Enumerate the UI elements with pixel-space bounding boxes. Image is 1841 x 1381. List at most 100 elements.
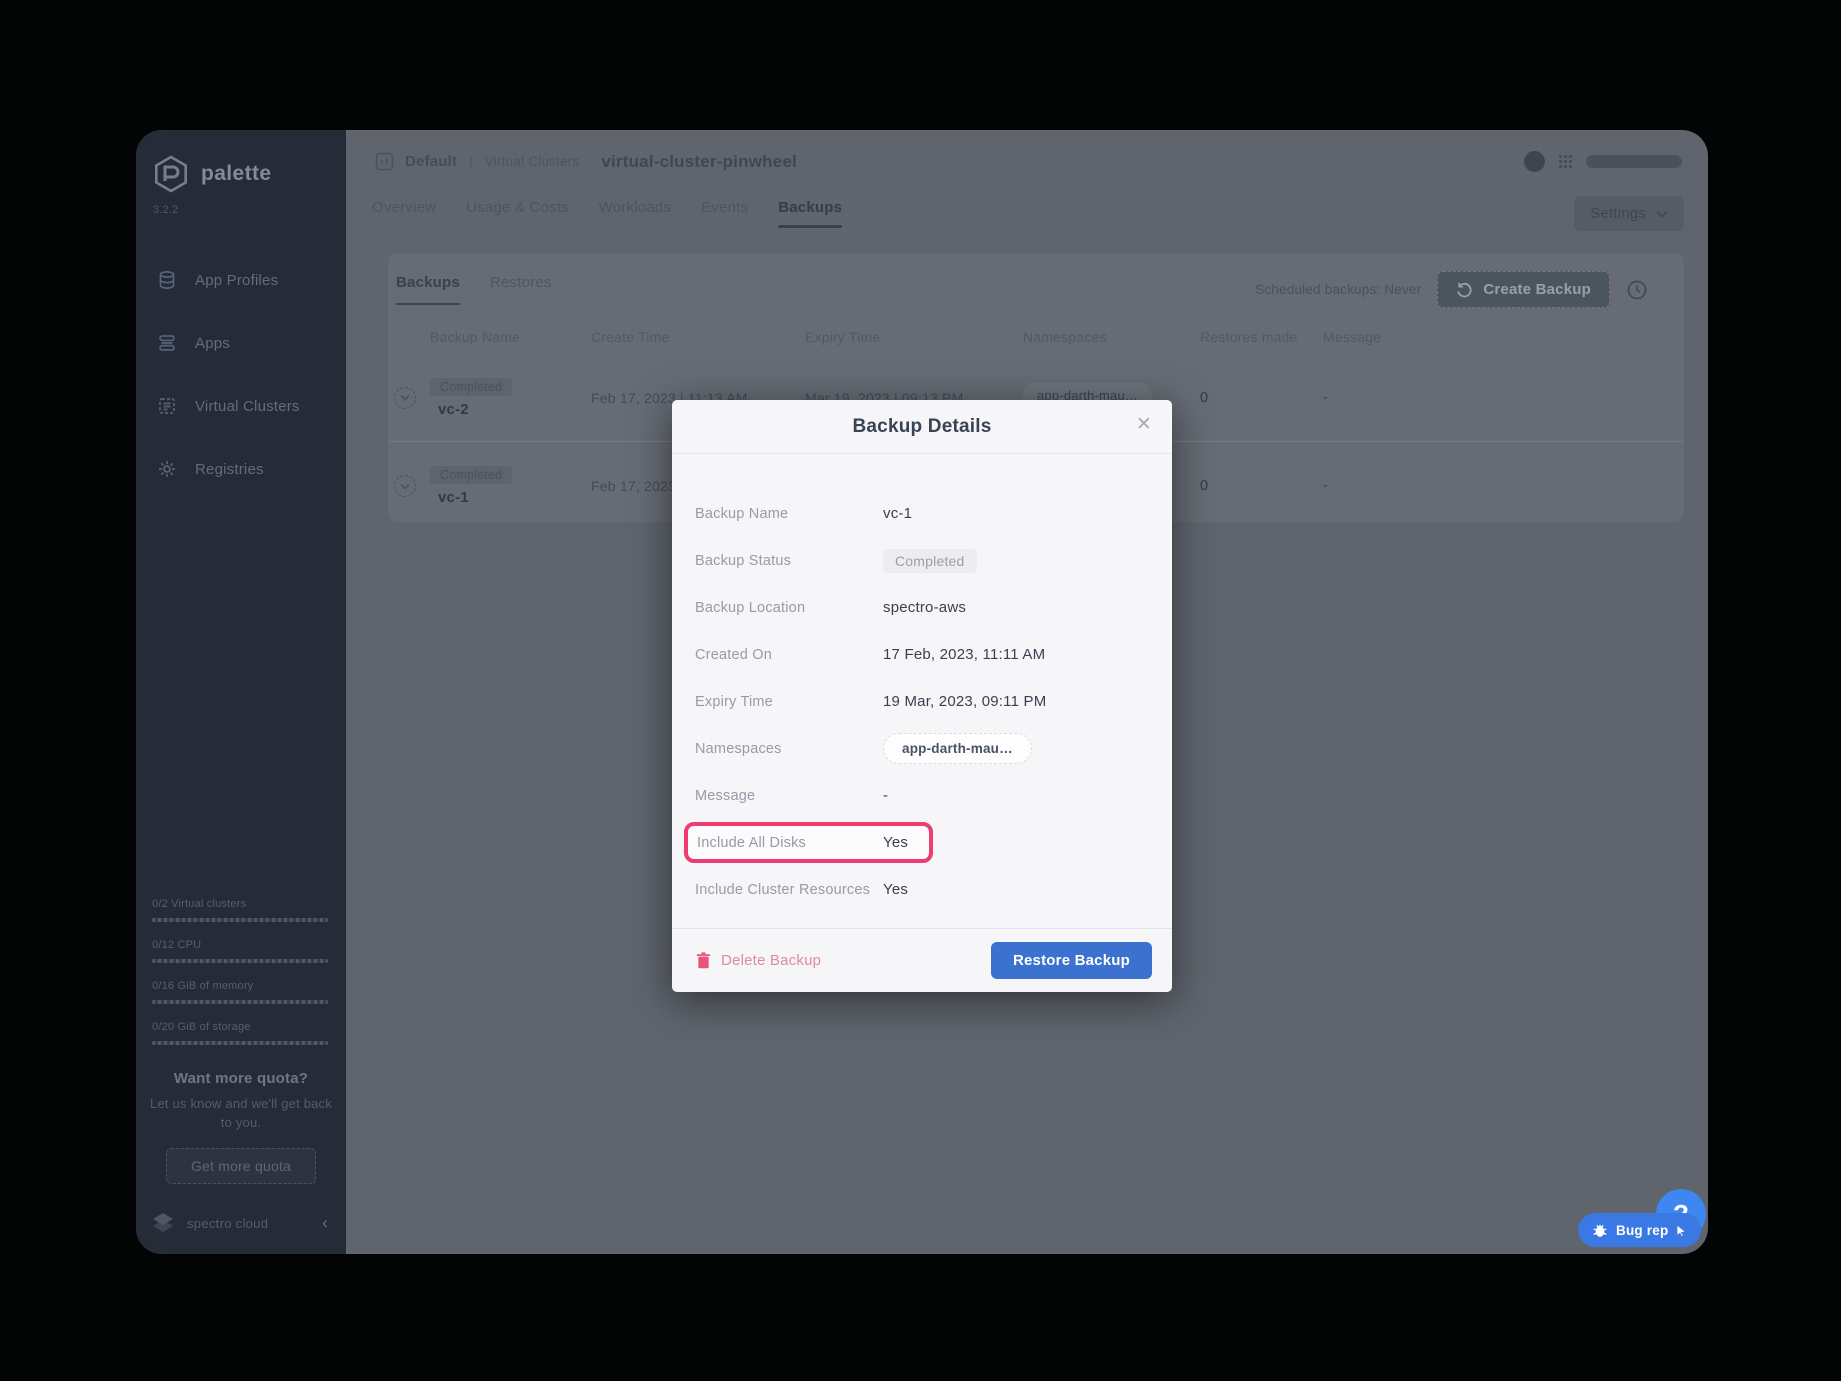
virtual-clusters-icon — [157, 396, 177, 416]
panel-tab-restores[interactable]: Restores — [490, 274, 552, 305]
sidebar-item-apps[interactable]: Apps — [136, 321, 346, 365]
col-message: Message — [1323, 329, 1684, 345]
breadcrumb-project[interactable]: Default — [405, 153, 457, 170]
sidebar-item-registries[interactable]: Registries — [136, 447, 346, 491]
apps-icon — [157, 333, 177, 353]
quota-cpu: 0/12 CPU — [152, 939, 328, 963]
sidebar-collapse-chevron-icon[interactable]: ‹ — [322, 1213, 328, 1233]
breadcrumb-separator: | — [467, 154, 475, 169]
row-expander-icon[interactable] — [394, 475, 416, 497]
tab-overview[interactable]: Overview — [372, 199, 436, 228]
trash-icon — [696, 952, 711, 969]
tab-events[interactable]: Events — [701, 199, 748, 228]
field-created-on: Created On 17 Feb, 2023, 11:11 AM — [672, 631, 1172, 678]
field-message: Message - — [672, 772, 1172, 819]
field-backup-name: Backup Name vc-1 — [672, 490, 1172, 537]
modal-header: Backup Details ✕ — [672, 400, 1172, 454]
delete-backup-label: Delete Backup — [721, 952, 821, 969]
status-badge: Completed — [883, 549, 977, 573]
namespace-chip: app-darth-mau… — [883, 733, 1032, 764]
clock-icon[interactable] — [1626, 279, 1648, 301]
field-backup-status: Backup Status Completed — [672, 537, 1172, 584]
avatar[interactable] — [1524, 151, 1545, 172]
bug-report-button[interactable]: Bug rep — [1578, 1213, 1701, 1247]
modal-body: Backup Name vc-1 Backup Status Completed… — [672, 454, 1172, 913]
project-icon — [374, 151, 395, 172]
sidebar-nav: App Profiles Apps — [136, 258, 346, 510]
sidebar-item-app-profiles[interactable]: App Profiles — [136, 258, 346, 302]
backup-name: vc-1 — [430, 489, 469, 506]
tab-usage-costs[interactable]: Usage & Costs — [466, 199, 569, 228]
bug-icon — [1592, 1222, 1608, 1238]
quota-label: 0/12 CPU — [152, 939, 328, 951]
screen: palette 3.2.2 App Profiles — [0, 0, 1841, 1381]
quota-cta-title: Want more quota? — [150, 1070, 332, 1087]
palette-logo-icon — [151, 154, 191, 194]
sidebar-item-label: Registries — [195, 461, 264, 478]
get-more-quota-button[interactable]: Get more quota — [166, 1148, 316, 1184]
row-expander-icon[interactable] — [394, 387, 416, 409]
quota-section: 0/2 Virtual clusters 0/12 CPU 0/16 GiB o… — [136, 898, 346, 1062]
quota-progressbar — [152, 959, 328, 963]
panel-head-right: Scheduled backups: Never Create Backup — [1255, 271, 1648, 308]
sidebar-footer: spectro cloud ‹ — [136, 1184, 346, 1254]
col-backup-name: Backup Name — [430, 329, 591, 345]
backups-panel-head: Backups Restores Scheduled backups: Neve… — [388, 253, 1684, 308]
status-badge: Completed — [430, 378, 512, 396]
sidebar-item-label: Virtual Clusters — [195, 398, 300, 415]
col-expiry-time: Expiry Time — [805, 329, 1023, 345]
field-expiry-time: Expiry Time 19 Mar, 2023, 09:11 PM — [672, 678, 1172, 725]
quota-storage: 0/20 GiB of storage — [152, 1021, 328, 1045]
quota-cta: Want more quota? Let us know and we'll g… — [136, 1062, 346, 1184]
sidebar-item-label: Apps — [195, 335, 230, 352]
create-backup-label: Create Backup — [1483, 281, 1591, 298]
quota-cta-body: Let us know and we'll get back to you. — [150, 1095, 332, 1133]
quota-virtual-clusters: 0/2 Virtual clusters — [152, 898, 328, 922]
breadcrumb: Default | Virtual Clusters virtual-clust… — [374, 151, 797, 172]
chevron-down-icon — [1656, 210, 1668, 218]
page-title: virtual-cluster-pinwheel — [601, 152, 797, 172]
quota-progressbar — [152, 1000, 328, 1004]
app-profiles-icon — [157, 270, 177, 290]
cluster-tabbar: Overview Usage & Costs Workloads Events … — [346, 172, 1708, 231]
backup-name: vc-2 — [430, 401, 469, 418]
col-namespaces: Namespaces — [1023, 329, 1200, 345]
restores-made: 0 — [1200, 390, 1323, 406]
logo: palette — [136, 130, 346, 194]
app-version: 3.2.2 — [136, 204, 346, 216]
bug-report-label: Bug rep — [1616, 1223, 1668, 1238]
field-backup-location: Backup Location spectro-aws — [672, 584, 1172, 631]
create-backup-button[interactable]: Create Backup — [1437, 271, 1610, 308]
quota-label: 0/2 Virtual clusters — [152, 898, 328, 910]
sidebar-item-virtual-clusters[interactable]: Virtual Clusters — [136, 384, 346, 428]
delete-backup-button[interactable]: Delete Backup — [696, 952, 821, 969]
highlight-box: Include All Disks Yes — [684, 822, 933, 863]
panel-tab-backups[interactable]: Backups — [396, 274, 460, 305]
breadcrumb-section[interactable]: Virtual Clusters — [485, 154, 579, 169]
quota-memory: 0/16 GiB of memory — [152, 980, 328, 1004]
quota-label: 0/16 GiB of memory — [152, 980, 328, 992]
brand-name: spectro cloud — [187, 1216, 268, 1231]
quota-label: 0/20 GiB of storage — [152, 1021, 328, 1033]
tab-backups[interactable]: Backups — [778, 199, 842, 228]
restore-backup-button[interactable]: Restore Backup — [991, 942, 1152, 979]
close-icon[interactable]: ✕ — [1136, 415, 1152, 434]
backup-restore-icon — [1456, 281, 1473, 298]
apps-grid-icon[interactable] — [1558, 154, 1573, 169]
quota-progressbar — [152, 918, 328, 922]
message: - — [1323, 478, 1684, 494]
settings-button[interactable]: Settings — [1574, 196, 1684, 231]
settings-button-label: Settings — [1590, 205, 1646, 222]
tab-workloads[interactable]: Workloads — [599, 199, 671, 228]
modal-title: Backup Details — [852, 416, 991, 438]
col-restores-made: Restores made — [1200, 329, 1323, 345]
topbar-icons — [1524, 151, 1682, 172]
topbar: Default | Virtual Clusters virtual-clust… — [346, 130, 1708, 172]
scheduled-backups-text: Scheduled backups: Never — [1255, 282, 1421, 297]
field-include-all-disks: Include All Disks Yes — [672, 819, 1172, 866]
modal-footer: Delete Backup Restore Backup — [672, 928, 1172, 992]
quota-progressbar — [152, 1041, 328, 1045]
table-header: Backup Name Create Time Expiry Time Name… — [388, 320, 1684, 354]
cursor-icon — [1676, 1224, 1687, 1237]
user-menu-pill[interactable] — [1586, 155, 1682, 168]
